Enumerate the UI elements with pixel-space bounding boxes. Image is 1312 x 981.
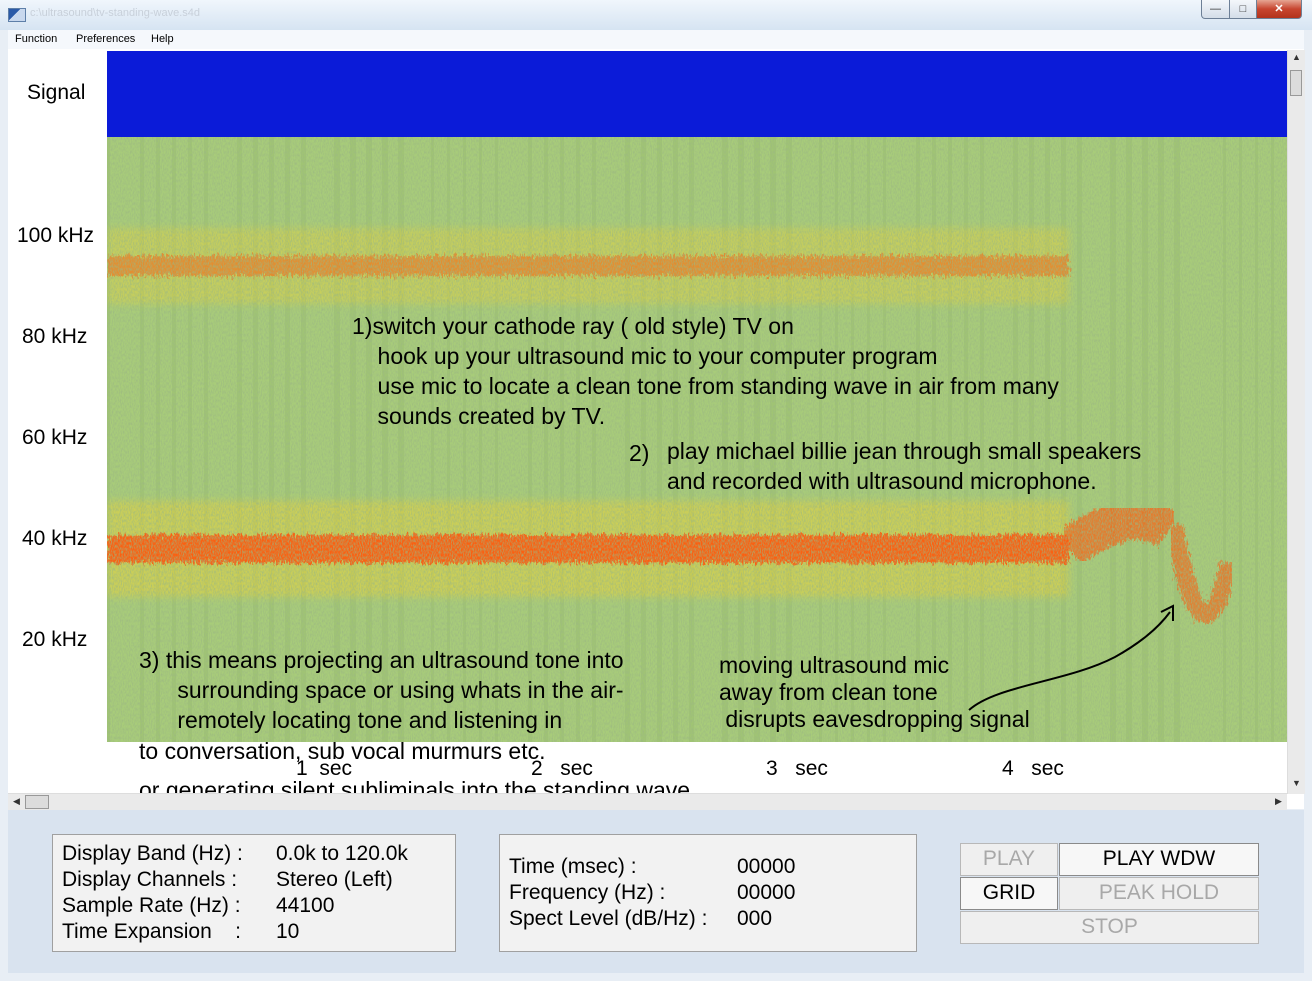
frequency-hz-value: 00000 <box>737 881 796 904</box>
scroll-left-arrow-icon[interactable]: ◀ <box>8 796 25 807</box>
app-icon <box>8 8 26 22</box>
display-channels-row: Display Channels : <box>62 868 238 891</box>
vertical-scroll-thumb[interactable] <box>1290 70 1302 96</box>
sample-rate-value: 44100 <box>276 894 335 917</box>
menu-preferences[interactable]: Preferences <box>76 33 135 45</box>
annotation-step-2-number: 2) <box>629 440 650 466</box>
annotation-step-3: 3) this means projecting an ultrasound t… <box>139 647 624 733</box>
menu-bar: Function Preferences Help <box>8 30 1304 50</box>
display-band-row: Display Band (Hz) : <box>62 842 243 865</box>
spect-level-label: Spect Level (dB/Hz) : <box>509 907 708 930</box>
sample-rate-row: Sample Rate (Hz) : <box>62 894 241 917</box>
maximize-button[interactable]: □ <box>1229 0 1257 19</box>
scroll-down-arrow-icon[interactable]: ▼ <box>1288 778 1305 788</box>
minimize-button[interactable]: — <box>1201 0 1230 19</box>
time-expansion-value: 10 <box>276 920 300 943</box>
display-band-value: 0.0k to 120.0k <box>276 842 408 865</box>
play-button[interactable]: PLAY <box>960 843 1058 876</box>
display-channels-value: Stereo (Left) <box>276 868 393 891</box>
stop-button[interactable]: STOP <box>960 911 1259 944</box>
menu-function[interactable]: Function <box>15 33 57 45</box>
scroll-right-arrow-icon[interactable]: ▶ <box>1270 796 1287 807</box>
menu-help[interactable]: Help <box>151 33 174 45</box>
play-wdw-button[interactable]: PLAY WDW <box>1059 843 1259 876</box>
annotation-step-1: 1)switch your cathode ray ( old style) T… <box>352 313 1059 429</box>
grid-button[interactable]: GRID <box>960 877 1058 910</box>
spect-level-value: 000 <box>737 907 773 930</box>
peak-hold-button[interactable]: PEAK HOLD <box>1059 877 1259 910</box>
y-label-60khz: 60 kHz <box>22 426 88 449</box>
time-msec-label: Time (msec) : <box>509 855 637 878</box>
window-title: c:\ultrasound\tv-standing-wave.s4d <box>30 7 200 19</box>
signal-waveform-band <box>107 51 1287 137</box>
y-label-40khz: 40 kHz <box>22 527 88 550</box>
y-label-20khz: 20 kHz <box>22 628 88 651</box>
frequency-hz-label: Frequency (Hz) : <box>509 881 666 904</box>
time-expansion-row: Time Expansion : <box>62 920 241 943</box>
x-tick-3: 3 sec <box>766 757 828 780</box>
annotation-moving-mic: moving ultrasound mic away from clean to… <box>719 652 1030 732</box>
annotation-step-3-line4: to conversation, sub vocal murmurs etc. <box>139 738 546 764</box>
title-bar: c:\ultrasound\tv-standing-wave.s4d — □ ✕ <box>0 0 1312 30</box>
y-label-100khz: 100 kHz <box>17 224 95 247</box>
close-button[interactable]: ✕ <box>1256 0 1302 19</box>
annotation-step-2: play michael billie jean through small s… <box>667 438 1142 494</box>
vertical-scrollbar[interactable]: ▲ ▼ <box>1287 50 1305 794</box>
scroll-up-arrow-icon[interactable]: ▲ <box>1288 52 1305 62</box>
y-label-80khz: 80 kHz <box>22 325 88 348</box>
horizontal-scrollbar[interactable]: ◀ ▶ <box>8 793 1287 810</box>
x-tick-4: 4 sec <box>1002 757 1064 780</box>
signal-label: Signal <box>27 81 86 104</box>
horizontal-scroll-thumb[interactable] <box>25 795 49 809</box>
time-msec-value: 00000 <box>737 855 796 878</box>
